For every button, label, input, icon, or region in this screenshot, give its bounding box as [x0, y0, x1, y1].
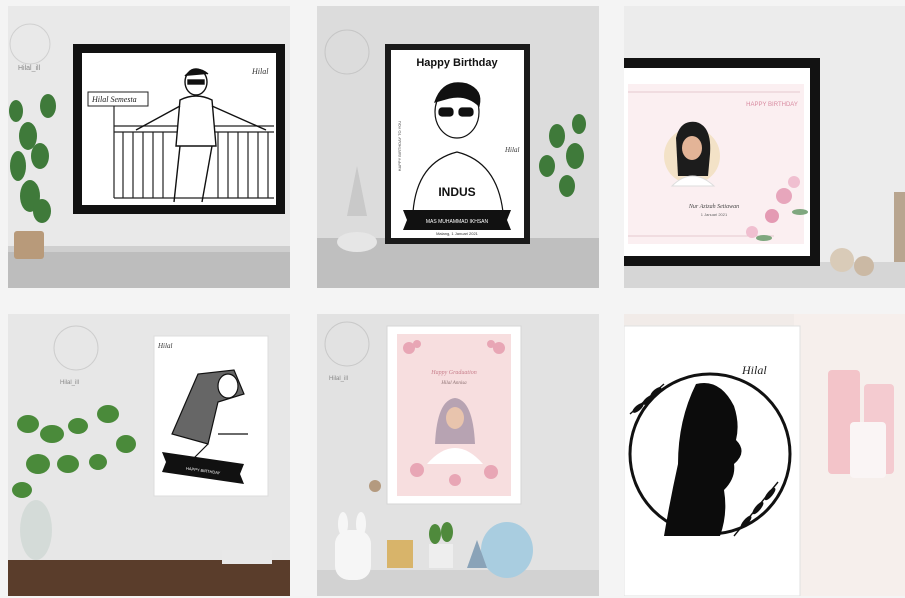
- signature-mark: Hilal: [157, 342, 172, 350]
- photo-tile-6[interactable]: Hilal: [624, 314, 905, 596]
- candle: [850, 422, 886, 478]
- photo-tile-2[interactable]: Happy Birthday HAPPY BIRTHDAY TO YOU IND…: [317, 6, 599, 288]
- signature-mark: Hilal: [741, 363, 767, 377]
- glass-vase: [20, 500, 52, 560]
- card-subtitle: Hilal Annisa: [440, 381, 467, 386]
- plant-pot: [429, 544, 453, 568]
- photo-grid: Hilal_ill Hilal Semesta Hilal Happy Birt…: [0, 0, 905, 598]
- bunny-lamp: [335, 530, 371, 580]
- photo-tile-5[interactable]: Hilal_ill Happy Graduation Hilal Annisa: [317, 314, 599, 596]
- signature-mark: Hilal: [251, 67, 269, 76]
- signature-mark: Hilal: [504, 146, 519, 154]
- wood-shelf: [8, 560, 290, 596]
- side-text: HAPPY BIRTHDAY TO YOU: [397, 121, 402, 172]
- decor-ball: [830, 248, 854, 272]
- plant-pot: [14, 231, 44, 259]
- watermark-text: Hilal_ill: [60, 380, 79, 386]
- photo-tile-1[interactable]: Hilal_ill Hilal Semesta Hilal: [8, 6, 290, 288]
- whale-toy: [481, 522, 533, 578]
- card-title: Happy Graduation: [430, 370, 477, 376]
- bowl: [337, 232, 377, 252]
- photo-tile-4[interactable]: Hilal_ill HAPPY BIRTHDAY Hilal: [8, 314, 290, 596]
- footer-text: Malang, 1 Januari 2021: [436, 231, 479, 236]
- banner-text: MAS MUHAMMAD IKHSAN: [426, 219, 489, 225]
- watermark-text: Hilal_ill: [18, 65, 41, 72]
- frame-caption: Hilal Semesta: [91, 95, 137, 104]
- card-name: Nur Azizah Setiawan: [688, 204, 739, 210]
- decor-ball: [854, 256, 874, 276]
- watermark-text: Hilal_ill: [329, 376, 348, 382]
- photo-tile-3[interactable]: HAPPY BIRTHDAY Nur Azizah Setiawan 1 Jan…: [624, 6, 905, 288]
- card-title: HAPPY BIRTHDAY: [746, 102, 798, 108]
- photo-stand: [387, 540, 413, 568]
- books: [222, 550, 272, 564]
- card-date: 1 Januari 2021: [701, 212, 728, 217]
- frame-title: Happy Birthday: [416, 57, 498, 69]
- shirt-text: INDUS: [438, 185, 475, 199]
